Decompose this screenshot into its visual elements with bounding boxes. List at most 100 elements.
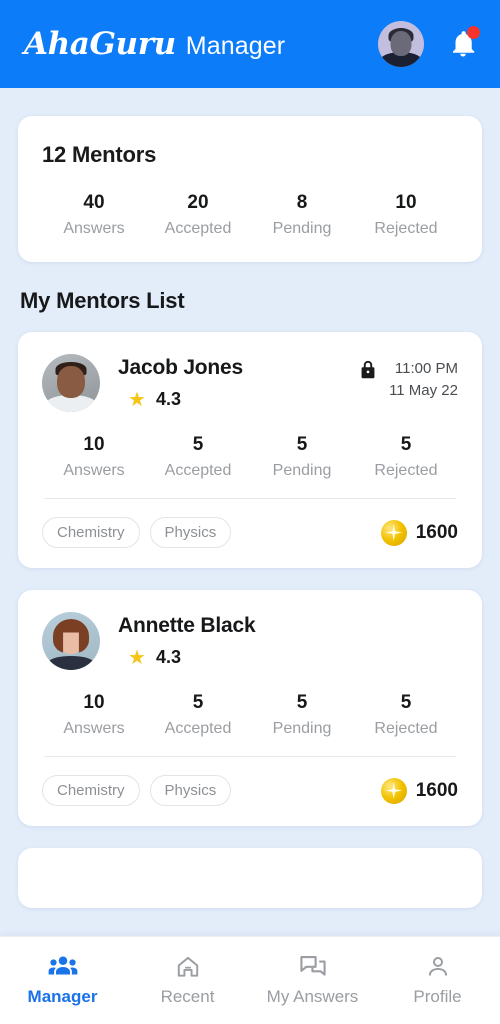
- mentor-avatar[interactable]: [42, 612, 100, 670]
- mentor-header: Jacob Jones ★ 4.3 11:00 PM 11 May 22: [42, 354, 458, 412]
- mentor-footer: Chemistry Physics 1600: [42, 775, 458, 806]
- subject-tag[interactable]: Chemistry: [42, 517, 140, 548]
- stat-value: 5: [192, 692, 204, 713]
- coin-amount: 1600: [415, 779, 458, 801]
- nav-label: My Answers: [266, 987, 359, 1006]
- star-icon: ★: [128, 388, 146, 411]
- mentor-time: 11:00 PM: [394, 360, 458, 377]
- stat-label: Accepted: [164, 720, 232, 737]
- avatar-shirt: [48, 656, 94, 670]
- summary-stat-accepted: 20 Accepted: [146, 192, 250, 238]
- stat-value: 10: [83, 692, 105, 713]
- stat-value: 20: [187, 192, 209, 213]
- mentor-stat-rejected: 5 Rejected: [354, 434, 458, 480]
- avatar-face: [390, 31, 412, 57]
- stat-value: 8: [296, 192, 308, 213]
- stat-label: Accepted: [164, 220, 232, 237]
- header-actions: [378, 21, 480, 67]
- stat-value: 10: [83, 434, 105, 455]
- stat-label: Answers: [63, 220, 125, 237]
- summary-stat-pending: 8 Pending: [250, 192, 354, 238]
- avatar[interactable]: [378, 21, 424, 67]
- stat-label: Answers: [63, 462, 125, 479]
- mentor-card-partial[interactable]: [18, 848, 482, 908]
- mentor-stat-answers: 10 Answers: [42, 692, 146, 738]
- nav-label: Manager: [27, 987, 98, 1006]
- nav-label: Profile: [413, 987, 462, 1006]
- stat-label: Rejected: [374, 220, 438, 237]
- stat-value: 5: [296, 692, 308, 713]
- mentor-identity: Jacob Jones ★ 4.3: [118, 354, 357, 410]
- stat-value: 5: [192, 434, 204, 455]
- subject-tag[interactable]: Physics: [149, 775, 232, 806]
- mentor-card[interactable]: Annette Black ★ 4.3 10 Answers 5 Accepte…: [18, 590, 482, 826]
- mentor-lock-status: 11:00 PM 11 May 22: [357, 354, 458, 402]
- chat-bubbles-icon: [299, 956, 326, 976]
- mentor-date: 11 May 22: [389, 381, 458, 399]
- nav-item-profile[interactable]: Profile: [375, 937, 500, 1024]
- mentor-stats-row: 10 Answers 5 Accepted 5 Pending 5 Reject…: [42, 434, 458, 480]
- brand: AhaGuru Manager: [24, 26, 378, 62]
- nav-label: Recent: [160, 987, 215, 1006]
- person-icon: [428, 957, 447, 976]
- stat-label: Pending: [272, 462, 332, 479]
- scroll-content[interactable]: 12 Mentors 40 Answers 20 Accepted 8 Pend…: [0, 88, 500, 936]
- stat-label: Accepted: [164, 462, 232, 479]
- mentor-footer: Chemistry Physics 1600: [42, 517, 458, 548]
- stat-value: 10: [395, 192, 417, 213]
- summary-stat-answers: 40 Answers: [42, 192, 146, 238]
- notification-badge-dot: [467, 26, 480, 39]
- mentor-timestamp: 11:00 PM 11 May 22: [389, 358, 458, 402]
- stat-value: 5: [400, 434, 412, 455]
- mentor-name: Annette Black: [118, 614, 256, 637]
- nav-item-my-answers[interactable]: My Answers: [250, 937, 375, 1024]
- rating-value: 4.3: [155, 389, 181, 409]
- mentors-count-title: 12 Mentors: [42, 142, 157, 167]
- mentor-stat-answers: 10 Answers: [42, 434, 146, 480]
- mentors-summary-card: 12 Mentors 40 Answers 20 Accepted 8 Pend…: [18, 116, 482, 262]
- stat-label: Answers: [63, 720, 125, 737]
- my-mentors-list-title: My Mentors List: [20, 288, 185, 313]
- bottom-navigation: Manager Recent My Answers Profile: [0, 936, 500, 1024]
- mentor-stat-pending: 5 Pending: [250, 434, 354, 480]
- mentor-stat-rejected: 5 Rejected: [354, 692, 458, 738]
- subject-tags: Chemistry Physics: [42, 775, 381, 806]
- mentor-rating: ★ 4.3: [118, 389, 357, 410]
- mentor-stat-accepted: 5 Accepted: [146, 434, 250, 480]
- stat-value: 40: [83, 192, 105, 213]
- mentor-name: Jacob Jones: [118, 356, 244, 379]
- coin-amount: 1600: [415, 521, 458, 543]
- stat-label: Pending: [272, 720, 332, 737]
- mentor-stats-row: 10 Answers 5 Accepted 5 Pending 5 Reject…: [42, 692, 458, 738]
- rating-value: 4.3: [155, 647, 181, 667]
- summary-stats-row: 40 Answers 20 Accepted 8 Pending 10 Reje…: [42, 192, 458, 238]
- app-header: AhaGuru Manager: [0, 0, 500, 88]
- coin-icon: [380, 777, 407, 804]
- mentor-identity: Annette Black ★ 4.3: [118, 612, 458, 668]
- stat-label: Rejected: [374, 462, 438, 479]
- mentor-header: Annette Black ★ 4.3: [42, 612, 458, 670]
- card-divider: [44, 756, 456, 757]
- nav-item-recent[interactable]: Recent: [125, 937, 250, 1024]
- mentor-rating: ★ 4.3: [118, 647, 458, 668]
- stat-label: Rejected: [374, 720, 438, 737]
- stat-value: 5: [296, 434, 308, 455]
- nav-item-manager[interactable]: Manager: [0, 937, 125, 1024]
- mentor-stat-accepted: 5 Accepted: [146, 692, 250, 738]
- app-name-label: Manager: [185, 32, 286, 60]
- avatar-face: [57, 365, 85, 398]
- people-group-icon: [48, 956, 77, 975]
- mentor-coins: 1600: [380, 519, 458, 546]
- summary-stat-rejected: 10 Rejected: [354, 192, 458, 238]
- coin-icon: [380, 519, 407, 546]
- mentor-avatar[interactable]: [42, 354, 100, 412]
- subject-tag[interactable]: Chemistry: [42, 775, 140, 806]
- mentor-coins: 1600: [380, 777, 458, 804]
- stat-value: 5: [400, 692, 412, 713]
- aha-guru-logo: AhaGuru: [24, 26, 176, 62]
- subject-tag[interactable]: Physics: [149, 517, 232, 548]
- mentor-card[interactable]: Jacob Jones ★ 4.3 11:00 PM 11 May 22 10 …: [18, 332, 482, 568]
- notification-bell-button[interactable]: [448, 26, 480, 61]
- home-icon: [177, 956, 198, 977]
- mentor-stat-pending: 5 Pending: [250, 692, 354, 738]
